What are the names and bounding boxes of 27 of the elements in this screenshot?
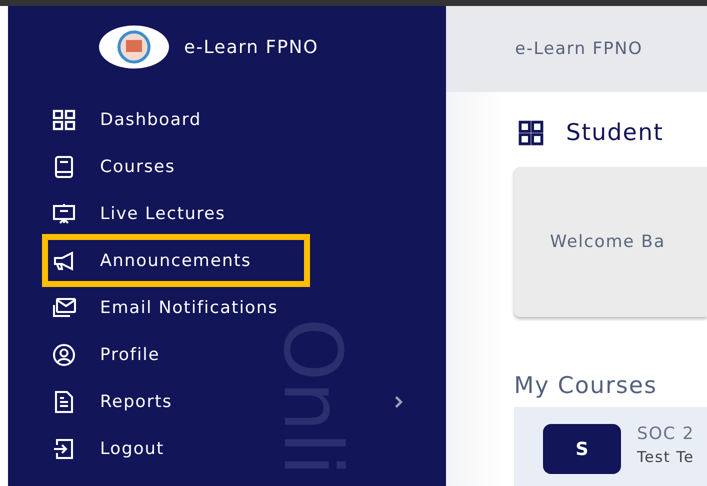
nav-item[interactable]: Email Notifications — [52, 288, 278, 328]
college-logo-icon — [98, 25, 170, 69]
nav-item[interactable]: Live Lectures — [52, 194, 226, 234]
nav-item[interactable]: Logout — [52, 428, 164, 468]
page-heading: Student — [566, 120, 664, 146]
nav-item[interactable]: Courses — [52, 146, 176, 186]
course-title: Test Te — [637, 448, 694, 466]
course-code: SOC 2 — [637, 424, 694, 444]
nav-item[interactable]: Reports — [52, 382, 172, 422]
book-icon — [52, 154, 76, 178]
document-icon — [52, 390, 76, 414]
brand-name: e-Learn FPNO — [184, 36, 318, 58]
course-card[interactable]: S SOC 2 Test Te — [514, 407, 707, 486]
chevron-icon[interactable] — [394, 396, 404, 408]
nav-item[interactable]: Announcements — [42, 234, 310, 287]
nav-item[interactable]: Dashboard — [52, 100, 202, 140]
envelope-icon — [52, 296, 76, 320]
welcome-text: Welcome Ba — [550, 232, 666, 252]
megaphone-icon — [52, 248, 76, 272]
presentation-board-icon — [52, 202, 76, 226]
header-title: e-Learn FPNO — [515, 39, 643, 59]
section-title: My Courses — [514, 373, 658, 399]
course-avatar: S — [543, 424, 621, 474]
grid-icon — [52, 108, 76, 132]
logout-icon — [52, 436, 76, 460]
user-icon — [52, 342, 76, 366]
nav-item[interactable]: Profile — [52, 334, 160, 374]
